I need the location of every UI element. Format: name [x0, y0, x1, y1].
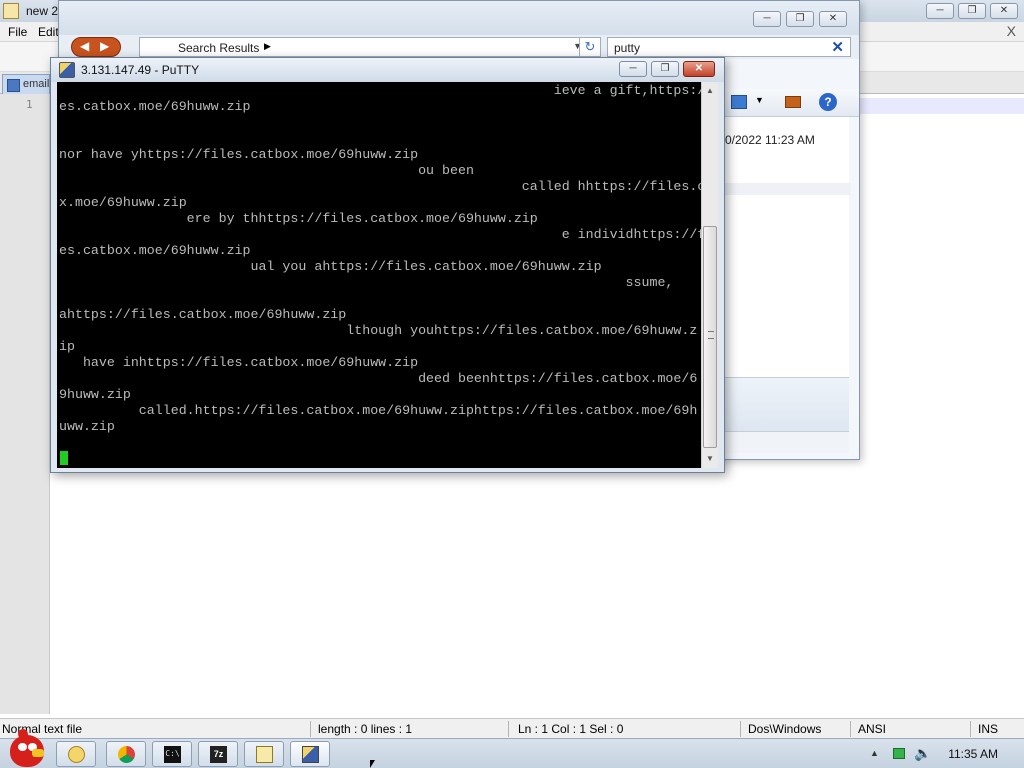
explorer-minimize-button[interactable]: ─	[753, 11, 781, 27]
status-position: Ln : 1 Col : 1 Sel : 0	[518, 722, 624, 736]
chrome-icon	[118, 746, 135, 763]
status-divider	[970, 721, 971, 737]
help-icon[interactable]: ?	[819, 93, 837, 111]
line-number-gutter: 1	[0, 94, 50, 714]
status-insert-mode: INS	[978, 722, 999, 736]
terminal-line: ieve a gift,https://fil	[59, 83, 701, 98]
terminal-line: e individhttps://fil	[59, 227, 701, 242]
terminal-line: ssume,	[59, 275, 674, 290]
terminal-line: es.catbox.moe/69huww.zip	[59, 99, 251, 114]
putty-close-button[interactable]: ✕	[683, 61, 715, 77]
terminal-line: ual you ahttps://files.catbox.moe/69huww…	[59, 259, 602, 274]
terminal-line: ip	[59, 339, 75, 354]
notepad-close-button[interactable]: ✕	[990, 3, 1018, 19]
status-divider	[850, 721, 851, 737]
terminal-cursor	[60, 451, 68, 465]
view-icon[interactable]	[731, 95, 747, 109]
taskbar-chrome[interactable]	[106, 741, 146, 767]
terminal-scrollbar[interactable]: ▲ ▼	[701, 82, 718, 468]
address-bar[interactable]: Search Results ▶ ▼	[139, 37, 589, 57]
scroll-down-icon[interactable]: ▼	[706, 454, 714, 463]
terminal-line: ere by thhttps://files.catbox.moe/69huww…	[59, 211, 538, 226]
status-divider	[740, 721, 741, 737]
refresh-icon[interactable]: ↻	[579, 37, 601, 57]
taskbar-putty[interactable]	[290, 741, 330, 767]
taskbar-7zip[interactable]: 7z	[198, 741, 238, 767]
explorer-restore-button[interactable]: ❐	[786, 11, 814, 27]
putty-title: 3.131.147.49 - PuTTY	[81, 63, 200, 77]
terminal-line: es.catbox.moe/69huww.zip	[59, 243, 251, 258]
taskbar-notepadpp[interactable]	[244, 741, 284, 767]
terminal-line: nor have yhttps://files.catbox.moe/69huw…	[59, 147, 419, 162]
terminal-line: lthough youhttps://files.catbox.moe/69hu…	[59, 323, 698, 338]
search-input[interactable]: putty ✕	[607, 37, 851, 57]
notepadpp-icon	[256, 746, 273, 763]
terminal-line: uww.zip	[59, 419, 115, 434]
explorer-close-button[interactable]: ✕	[819, 11, 847, 27]
date-modified-cell: 0/2022 11:23 AM	[725, 133, 815, 147]
putty-taskbar-icon	[302, 746, 319, 763]
mouse-pointer-icon	[370, 760, 375, 768]
tab-email[interactable]: email	[2, 74, 50, 94]
7zip-icon: 7z	[210, 746, 227, 763]
network-icon[interactable]	[893, 748, 905, 759]
address-text: Search Results	[178, 41, 260, 55]
status-encoding: ANSI	[858, 722, 887, 736]
status-length-lines: length : 0 lines : 1	[318, 722, 413, 736]
close-document-icon[interactable]: X	[1007, 23, 1016, 39]
chevron-right-icon[interactable]: ▶	[264, 41, 271, 52]
notepad-title: new 2	[26, 4, 59, 18]
terminal-line: ou been	[59, 163, 474, 178]
preview-pane-icon[interactable]	[785, 96, 801, 108]
terminal-screen[interactable]: ieve a gift,https://fil es.catbox.moe/69h…	[57, 82, 701, 468]
putty-minimize-button[interactable]: ─	[619, 61, 647, 77]
terminal-line: 9huww.zip	[59, 387, 131, 402]
cmd-icon: C:\	[164, 746, 181, 763]
notepad-minimize-button[interactable]: ─	[926, 3, 954, 19]
show-hidden-icons-icon[interactable]: ▲	[870, 748, 879, 758]
status-divider	[508, 721, 509, 737]
putty-titlebar[interactable]: 3.131.147.49 - PuTTY ─ ❐ ✕	[51, 58, 724, 82]
result-row[interactable]	[725, 183, 851, 195]
clear-search-icon[interactable]: ✕	[831, 38, 844, 56]
explorer-navbar: ◀ ▶ Search Results ▶ ▼ ↻ putty ✕	[59, 35, 859, 59]
terminal-line: x.moe/69huww.zip	[59, 195, 187, 210]
notepad-app-icon	[3, 3, 19, 19]
status-divider	[310, 721, 311, 737]
notepad-statusbar: Normal text file length : 0 lines : 1 Ln…	[0, 718, 1024, 738]
taskbar-explorer[interactable]	[56, 741, 96, 767]
putty-window: 3.131.147.49 - PuTTY ─ ❐ ✕ ieve a gift,h…	[50, 57, 725, 473]
explorer-titlebar: ─ ❐ ✕	[59, 1, 859, 35]
terminal-line: ahttps://files.catbox.moe/69huww.zip	[59, 307, 347, 322]
clock[interactable]: 11:35 AM	[948, 747, 998, 761]
line-number: 1	[26, 98, 33, 111]
menu-file[interactable]: File	[8, 25, 27, 39]
menu-edit[interactable]: Edit	[38, 25, 59, 39]
terminal-line: called hhttps://files.catbo	[59, 179, 701, 194]
scroll-up-icon[interactable]: ▲	[706, 86, 714, 95]
terminal-line: deed beenhttps://files.catbox.moe/6	[59, 371, 698, 386]
putty-icon[interactable]	[59, 62, 75, 78]
explorer-icon	[68, 746, 85, 763]
view-dropdown-icon[interactable]: ▼	[755, 95, 764, 105]
tab-email-label: email	[23, 78, 50, 90]
back-forward-icon[interactable]: ◀ ▶	[71, 37, 121, 57]
volume-icon[interactable]: 🔈	[914, 745, 931, 762]
taskbar: C:\ 7z ▲ 🔈 11:35 AM	[0, 729, 1024, 768]
status-eol: Dos\Windows	[748, 722, 822, 736]
notepad-restore-button[interactable]: ❐	[958, 3, 986, 19]
putty-restore-button[interactable]: ❐	[651, 61, 679, 77]
start-button[interactable]	[2, 729, 48, 768]
terminal-line: have inhttps://files.catbox.moe/69huww.z…	[59, 355, 419, 370]
scrollbar-thumb[interactable]	[703, 226, 717, 448]
search-value: putty	[614, 41, 641, 55]
terminal-line: called.https://files.catbox.moe/69huww.z…	[59, 403, 698, 418]
taskbar-cmd[interactable]: C:\	[152, 741, 192, 767]
